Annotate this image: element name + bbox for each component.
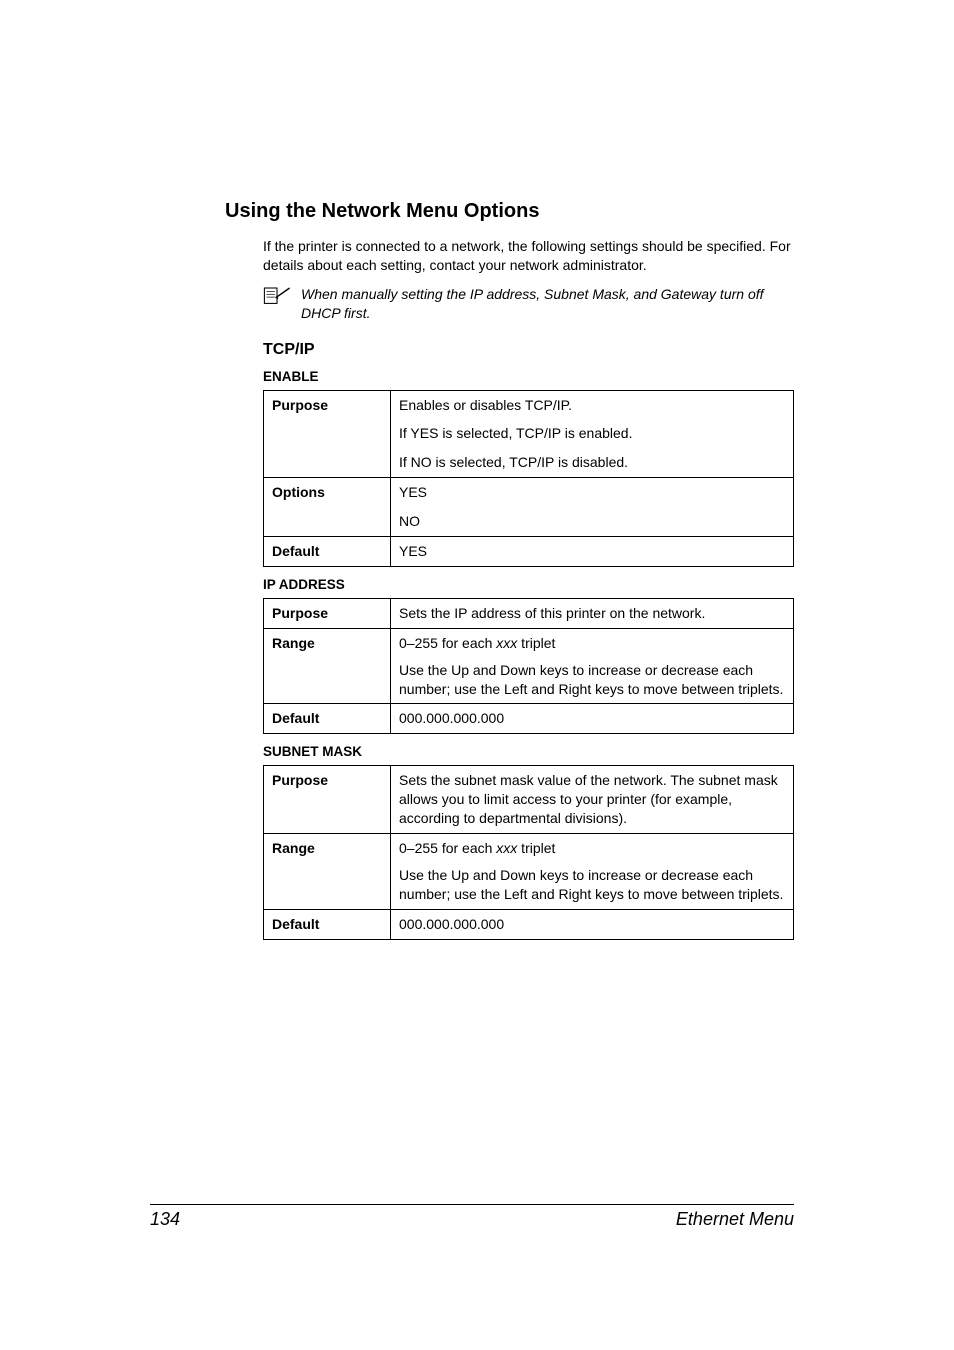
ipaddress-default: 000.000.000.000: [391, 704, 794, 734]
label-default: Default: [264, 704, 391, 734]
note-text: When manually setting the IP address, Su…: [301, 285, 794, 323]
page-number: 134: [150, 1209, 180, 1230]
section-tcpip: TCP/IP: [263, 341, 794, 359]
enable-purpose-3: If NO is selected, TCP/IP is disabled.: [391, 448, 794, 477]
intro-text: If the printer is connected to a network…: [263, 237, 794, 275]
subnet-purpose: Sets the subnet mask value of the networ…: [391, 766, 794, 834]
label-default: Default: [264, 909, 391, 939]
enable-opt-no: NO: [391, 507, 794, 536]
enable-heading: ENABLE: [263, 369, 794, 384]
page-footer: 134 Ethernet Menu: [150, 1204, 794, 1230]
label-options: Options: [264, 478, 391, 537]
label-default: Default: [264, 537, 391, 567]
subnet-default: 000.000.000.000: [391, 909, 794, 939]
label-purpose: Purpose: [264, 598, 391, 628]
ipaddress-range: 0–255 for each xxx triplet Use the Up an…: [391, 628, 794, 704]
ipaddress-table: Purpose Sets the IP address of this prin…: [263, 598, 794, 734]
ipaddress-purpose: Sets the IP address of this printer on t…: [391, 598, 794, 628]
enable-purpose-1: Enables or disables TCP/IP.: [391, 390, 794, 419]
enable-opt-yes: YES: [391, 478, 794, 507]
label-range: Range: [264, 628, 391, 704]
subnet-range: 0–255 for each xxx triplet Use the Up an…: [391, 834, 794, 910]
enable-table: Purpose Enables or disables TCP/IP. If Y…: [263, 390, 794, 567]
ipaddress-heading: IP ADDRESS: [263, 577, 794, 592]
label-range: Range: [264, 834, 391, 910]
note-row: When manually setting the IP address, Su…: [225, 285, 794, 323]
note-icon: [263, 285, 291, 310]
enable-default: YES: [391, 537, 794, 567]
page-heading: Using the Network Menu Options: [225, 200, 794, 223]
subnet-heading: SUBNET MASK: [263, 744, 794, 759]
label-purpose: Purpose: [264, 766, 391, 834]
footer-title: Ethernet Menu: [676, 1209, 794, 1230]
label-purpose: Purpose: [264, 390, 391, 478]
enable-purpose-2: If YES is selected, TCP/IP is enabled.: [391, 419, 794, 448]
subnet-table: Purpose Sets the subnet mask value of th…: [263, 765, 794, 939]
